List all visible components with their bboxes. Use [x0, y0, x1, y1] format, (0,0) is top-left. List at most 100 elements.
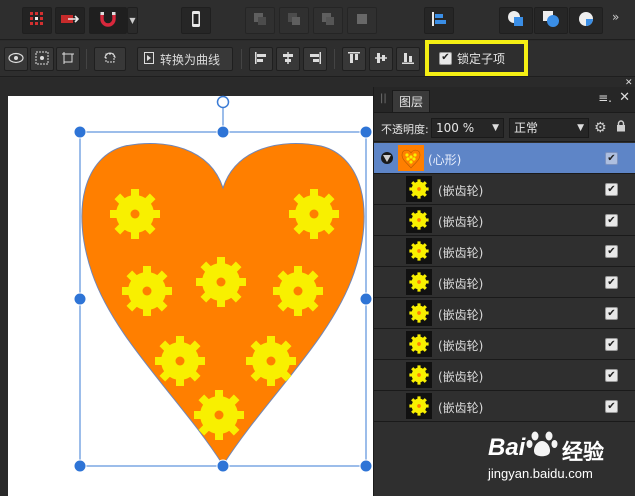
opacity-label: 不透明度: [381, 123, 429, 136]
rotation-handle[interactable] [216, 95, 230, 109]
align-bottom-icon [401, 51, 415, 68]
align-top-button[interactable] [342, 47, 366, 71]
layer-row[interactable]: (嵌齿轮) ✔ [374, 236, 635, 267]
align-left-edges-icon [254, 51, 268, 68]
canvas-artwork[interactable] [0, 78, 373, 496]
layer-visibility-checkbox[interactable]: ✔ [605, 276, 618, 289]
curves-icon [144, 51, 154, 67]
snapping-button[interactable] [89, 7, 127, 34]
blend-mode-select[interactable]: 正常 ▼ [509, 118, 589, 138]
boolean-subtract-button[interactable] [534, 7, 568, 34]
resize-handle[interactable] [73, 125, 87, 139]
layer-visibility-checkbox[interactable]: ✔ [605, 245, 618, 258]
layer-row[interactable]: (心形) ✔ [374, 143, 635, 174]
convert-to-curves-button[interactable]: 转换为曲线 [137, 47, 233, 71]
blend-mode-value: 正常 [514, 121, 539, 135]
add-shapes-icon [507, 10, 525, 32]
gear-shape[interactable] [110, 189, 160, 239]
align-button[interactable] [424, 7, 454, 34]
layer-name: (嵌齿轮) [438, 370, 484, 384]
grid-snap-button[interactable] [22, 7, 52, 34]
arrange-back-icon [252, 11, 268, 31]
more-tools-icon[interactable]: » [612, 10, 619, 24]
layer-row[interactable]: (嵌齿轮) ✔ [374, 205, 635, 236]
panel-menu-icon[interactable]: ≡. [598, 91, 612, 105]
subtract-shapes-icon [542, 10, 560, 32]
view-button[interactable] [4, 47, 28, 71]
resize-handle[interactable] [216, 125, 230, 139]
expand-triangle-icon[interactable] [381, 152, 393, 164]
layer-visibility-checkbox[interactable]: ✔ [605, 369, 618, 382]
lock-icon[interactable] [616, 120, 626, 136]
gear-shape[interactable] [196, 257, 246, 307]
layer-row[interactable]: (嵌齿轮) ✔ [374, 360, 635, 391]
arrange-backward-button[interactable] [279, 7, 309, 34]
layer-name: (嵌齿轮) [438, 246, 484, 260]
layer-row[interactable]: (嵌齿轮) ✔ [374, 329, 635, 360]
opacity-value: 100 % [436, 121, 475, 135]
quick-mask-button[interactable] [181, 7, 211, 34]
layer-name: (嵌齿轮) [438, 308, 484, 322]
chevron-down-icon: ▼ [492, 123, 499, 133]
layer-row[interactable]: (嵌齿轮) ✔ [374, 298, 635, 329]
align-right-button[interactable] [303, 47, 327, 71]
gear-shape[interactable] [246, 336, 296, 386]
resize-handle[interactable] [359, 459, 373, 473]
layer-visibility-checkbox[interactable]: ✔ [605, 214, 618, 227]
resize-handle[interactable] [216, 459, 230, 473]
layer-visibility-checkbox[interactable]: ✔ [605, 152, 618, 165]
magnet-icon [99, 10, 117, 32]
resize-handle[interactable] [73, 459, 87, 473]
resize-handle[interactable] [359, 292, 373, 306]
bounding-box-icon [61, 51, 75, 68]
layer-visibility-checkbox[interactable]: ✔ [605, 307, 618, 320]
panel-dock-strip [373, 78, 635, 87]
lock-children-option[interactable]: ✔ 锁定子项 [425, 40, 528, 76]
rotate-button[interactable] [94, 47, 126, 71]
layer-visibility-checkbox[interactable]: ✔ [605, 183, 618, 196]
boolean-intersect-button[interactable] [569, 7, 603, 34]
separator [86, 49, 87, 69]
opacity-select[interactable]: 100 % ▼ [431, 118, 504, 138]
resize-handle[interactable] [359, 125, 373, 139]
bounding-box-button[interactable] [56, 47, 80, 71]
close-icon[interactable]: ✕ [619, 90, 630, 105]
rotate-icon [103, 51, 117, 68]
gear-icon[interactable]: ⚙ [594, 120, 607, 136]
layer-visibility-checkbox[interactable]: ✔ [605, 338, 618, 351]
gear-shape[interactable] [289, 189, 339, 239]
transform-origin-button[interactable] [30, 47, 54, 71]
boolean-add-button[interactable] [499, 7, 533, 34]
separator [334, 49, 335, 69]
gear-shape[interactable] [155, 336, 205, 386]
gear-shape[interactable] [194, 390, 244, 440]
gear-thumbnail-icon [406, 176, 432, 202]
gear-thumbnail-icon [406, 331, 432, 357]
arrange-backward-icon [286, 11, 302, 31]
resize-handle[interactable] [73, 292, 87, 306]
gear-shape[interactable] [122, 266, 172, 316]
arrange-back-button[interactable] [245, 7, 275, 34]
eye-icon [8, 52, 24, 67]
arrange-forward-button[interactable] [313, 7, 343, 34]
gear-shape[interactable] [273, 266, 323, 316]
align-center-button[interactable] [276, 47, 300, 71]
layer-visibility-checkbox[interactable]: ✔ [605, 400, 618, 413]
align-middle-button[interactable] [369, 47, 393, 71]
opacity-row: 不透明度: 100 % ▼ 正常 ▼ ⚙ [374, 114, 635, 142]
heart-thumbnail-icon [398, 145, 424, 171]
layer-row[interactable]: (嵌齿轮) ✔ [374, 174, 635, 205]
layer-name: (心形) [428, 153, 462, 167]
align-bottom-button[interactable] [396, 47, 420, 71]
align-top-icon [347, 51, 361, 68]
lock-children-checkbox[interactable]: ✔ [439, 51, 452, 65]
layer-row[interactable]: (嵌齿轮) ✔ [374, 391, 635, 422]
force-pixel-button[interactable] [55, 7, 85, 34]
snapping-options-dropdown[interactable]: ▼ [127, 7, 138, 34]
tab-layers[interactable]: 图层 [392, 90, 431, 112]
drag-grip-icon[interactable]: || [380, 93, 387, 104]
arrange-front-button[interactable] [347, 7, 377, 34]
separator [241, 49, 242, 69]
layer-row[interactable]: (嵌齿轮) ✔ [374, 267, 635, 298]
align-left-button[interactable] [249, 47, 273, 71]
